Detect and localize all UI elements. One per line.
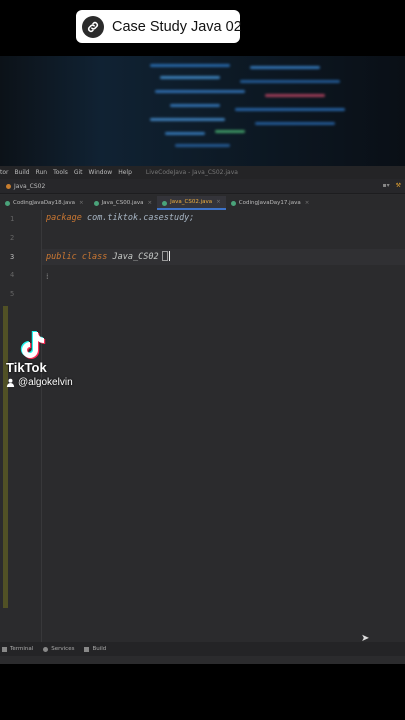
window-title: LiveCodeJava - Java_CS02.java: [145, 169, 238, 176]
bottom-tool-bar: Terminal Services Build: [0, 642, 405, 656]
build-icon: [84, 646, 90, 652]
terminal-tool[interactable]: Terminal: [2, 646, 33, 652]
java-file-icon: [93, 201, 99, 206]
user-icon[interactable]: ▪▾: [383, 182, 390, 189]
line-number: 4: [10, 271, 15, 279]
tab-label: Java_CS02.java: [170, 199, 213, 205]
build-tool[interactable]: Build: [84, 646, 106, 652]
menu-item-window[interactable]: Window: [89, 169, 113, 176]
link-icon: [82, 15, 104, 38]
class-icon: [6, 183, 11, 189]
background-code-photo: [0, 56, 405, 166]
breadcrumb[interactable]: Java_CS02: [14, 183, 45, 190]
creator-handle-text: @algokelvin: [18, 377, 73, 388]
java-file-icon: [162, 201, 168, 206]
toolbar-right: ▪▾ ⚒: [383, 182, 401, 189]
terminal-label: Terminal: [10, 646, 34, 652]
tab-label: Java_CS00.java: [101, 200, 144, 206]
mouse-pointer-icon: ➤: [361, 633, 370, 644]
services-label: Services: [51, 646, 75, 652]
menu-item-help[interactable]: Help: [118, 169, 132, 176]
java-file-icon: [230, 201, 236, 206]
navigation-bar: Java_CS02 ▪▾ ⚒: [0, 179, 405, 194]
menu-item-tor[interactable]: tor: [0, 169, 9, 176]
tiktok-logo-icon: [20, 331, 46, 359]
brace-placeholder: [161, 251, 168, 261]
tiktok-brand: TikTok: [6, 360, 47, 375]
code-line-3[interactable]: public class Java_CS02: [46, 251, 170, 262]
services-icon: [43, 646, 49, 652]
menu-item-build[interactable]: Build: [15, 169, 30, 176]
terminal-icon: [2, 646, 7, 652]
line-number: 2: [10, 234, 15, 242]
editor-tabs: CodingJavaDay18.java × Java_CS00.java × …: [0, 195, 405, 210]
package-keyword: package: [46, 213, 82, 223]
java-file-icon: [5, 201, 10, 206]
close-icon[interactable]: ×: [148, 200, 153, 206]
link-chip[interactable]: Case Study Java 02: [76, 10, 242, 43]
hammer-icon[interactable]: ⚒: [396, 182, 401, 189]
ide-window: tor Build Run Tools Git Window Help Live…: [0, 166, 405, 664]
tab-label: CodingJavaDay17.java: [238, 200, 301, 206]
line-number: 5: [10, 290, 15, 298]
tab-codingjavaday18[interactable]: CodingJavaDay18.java ×: [0, 196, 89, 210]
close-icon[interactable]: ×: [216, 199, 221, 205]
bottom-band: [0, 664, 405, 720]
line-number: 1: [10, 215, 15, 223]
close-icon[interactable]: ×: [305, 200, 310, 206]
link-chip-label: Case Study Java 02: [112, 18, 242, 35]
services-tool[interactable]: Services: [43, 646, 74, 652]
menu-item-run[interactable]: Run: [36, 169, 48, 176]
build-label: Build: [92, 646, 107, 652]
line-number: 3: [10, 253, 15, 261]
tab-label: CodingJavaDay18.java: [13, 200, 75, 206]
tool-window-strip[interactable]: [3, 306, 8, 608]
menu-item-tools[interactable]: Tools: [53, 169, 68, 176]
close-icon[interactable]: ×: [79, 200, 84, 206]
edit-hint-icon: ⁞: [46, 272, 49, 281]
class-name: Java_CS02: [112, 252, 159, 262]
tab-java-cs00[interactable]: Java_CS00.java ×: [89, 196, 158, 210]
tab-codingjavaday17[interactable]: CodingJavaDay17.java ×: [226, 196, 315, 210]
menu-item-git[interactable]: Git: [74, 169, 83, 176]
tab-java-cs02[interactable]: Java_CS02.java ×: [157, 196, 226, 210]
package-name: com.tiktok.casestudy;: [86, 213, 195, 223]
person-icon: [6, 378, 15, 387]
code-line-1[interactable]: package com.tiktok.casestudy;: [46, 213, 194, 223]
menu-bar: tor Build Run Tools Git Window Help Live…: [0, 166, 405, 179]
creator-handle: @algokelvin: [6, 377, 73, 388]
text-cursor: [168, 251, 170, 261]
class-keyword: public class: [46, 252, 108, 262]
